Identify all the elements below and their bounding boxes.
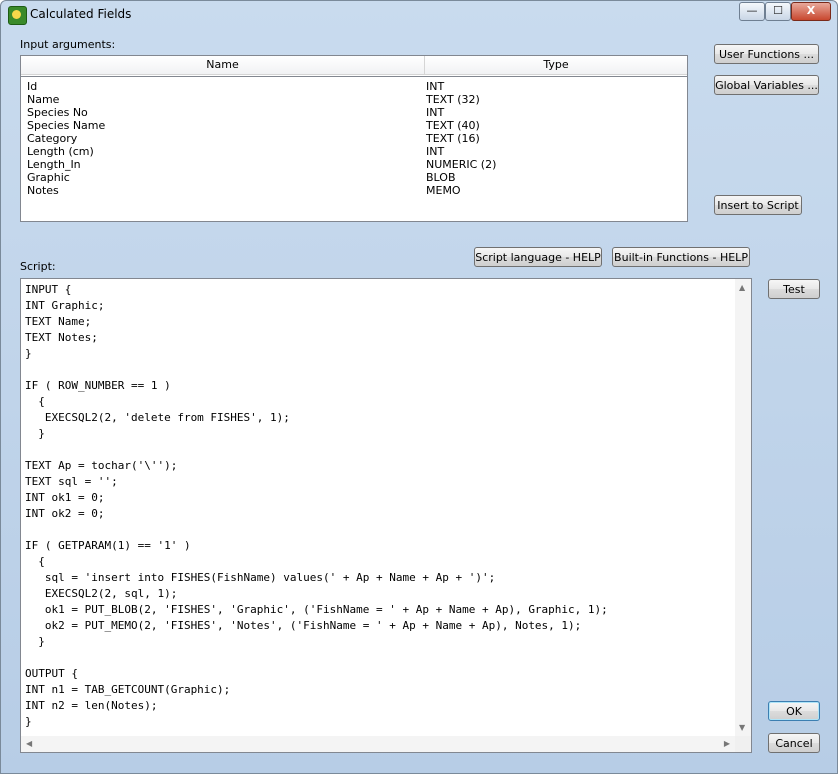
close-icon: X — [806, 4, 816, 17]
arg-type: INT — [426, 145, 445, 158]
arg-name: Species No — [27, 106, 88, 119]
ok-button[interactable]: OK — [768, 701, 820, 721]
minimize-button[interactable]: — — [739, 2, 765, 21]
script-code[interactable]: INPUT { INT Graphic; TEXT Name; TEXT Not… — [25, 282, 608, 730]
column-header-name[interactable]: Name — [21, 56, 425, 74]
insert-to-script-button[interactable]: Insert to Script — [714, 195, 802, 215]
list-item[interactable]: Species Name TEXT (40) — [21, 119, 687, 132]
script-label: Script: — [20, 260, 56, 273]
script-editor[interactable]: INPUT { INT Graphic; TEXT Name; TEXT Not… — [20, 278, 752, 753]
arg-type: TEXT (16) — [426, 132, 480, 145]
scroll-left-icon[interactable]: ◀ — [26, 739, 32, 748]
scrollbar-corner — [735, 736, 751, 752]
cancel-button[interactable]: Cancel — [768, 733, 820, 753]
maximize-button[interactable]: ☐ — [765, 2, 791, 21]
arg-type: BLOB — [426, 171, 456, 184]
builtin-functions-help-button[interactable]: Built-in Functions - HELP — [612, 247, 750, 267]
arg-name: Notes — [27, 184, 59, 197]
column-header-type[interactable]: Type — [425, 56, 687, 74]
arg-type: TEXT (40) — [426, 119, 480, 132]
app-icon — [8, 6, 27, 25]
minimize-icon: — — [746, 4, 758, 17]
arg-name: Name — [27, 93, 60, 106]
arg-name: Id — [27, 80, 38, 93]
arg-name: Category — [27, 132, 78, 145]
list-header: Name Type — [21, 56, 687, 75]
arg-type: MEMO — [426, 184, 461, 197]
list-item[interactable]: Id INT — [21, 80, 687, 93]
list-item[interactable]: Length_In NUMERIC (2) — [21, 158, 687, 171]
input-arguments-label: Input arguments: — [20, 38, 116, 51]
arg-type: INT — [426, 80, 445, 93]
list-body: Id INT Name TEXT (32) Species No INT Specie… — [21, 76, 687, 222]
vertical-scrollbar[interactable]: ▲ ▼ — [735, 279, 751, 736]
arg-name: Length (cm) — [27, 145, 94, 158]
arg-name: Length_In — [27, 158, 81, 171]
maximize-icon: ☐ — [773, 4, 783, 17]
list-item[interactable]: Notes MEMO — [21, 184, 687, 197]
list-item[interactable]: Category TEXT (16) — [21, 132, 687, 145]
list-item[interactable]: Name TEXT (32) — [21, 93, 687, 106]
window-title: Calculated Fields — [30, 7, 132, 21]
global-variables-button[interactable]: Global Variables ... — [714, 75, 819, 95]
input-arguments-list[interactable]: Name Type Id INT Name TEXT (32) Species No… — [20, 55, 688, 222]
user-functions-button[interactable]: User Functions ... — [714, 44, 819, 64]
horizontal-scrollbar[interactable]: ◀ ▶ — [21, 736, 735, 752]
scroll-up-icon[interactable]: ▲ — [739, 283, 745, 292]
title-bar[interactable]: Calculated Fields — ☐ X — [1, 1, 837, 29]
arg-type: TEXT (32) — [426, 93, 480, 106]
list-item[interactable]: Species No INT — [21, 106, 687, 119]
close-button[interactable]: X — [791, 2, 831, 21]
arg-type: NUMERIC (2) — [426, 158, 497, 171]
scroll-down-icon[interactable]: ▼ — [739, 723, 745, 732]
arg-type: INT — [426, 106, 445, 119]
scroll-right-icon[interactable]: ▶ — [724, 739, 730, 748]
test-button[interactable]: Test — [768, 279, 820, 299]
list-item[interactable]: Graphic BLOB — [21, 171, 687, 184]
arg-name: Species Name — [27, 119, 106, 132]
list-item[interactable]: Length (cm) INT — [21, 145, 687, 158]
script-language-help-button[interactable]: Script language - HELP — [474, 247, 602, 267]
arg-name: Graphic — [27, 171, 70, 184]
